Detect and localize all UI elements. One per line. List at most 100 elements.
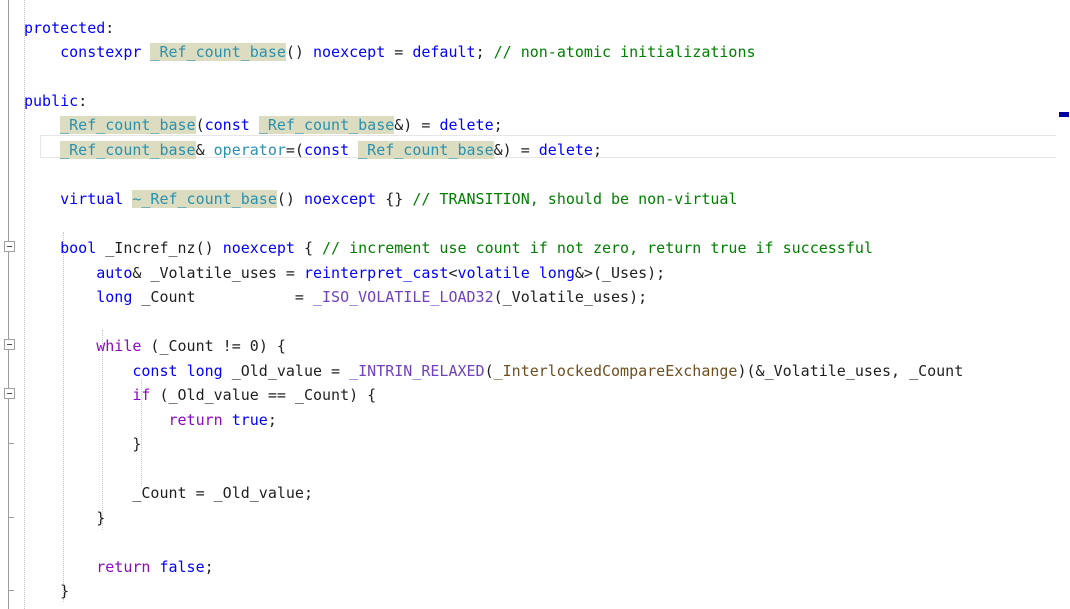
code-token: _INTRIN_RELAXED bbox=[349, 362, 485, 380]
code-line[interactable]: constexpr _Ref_count_base() noexcept = d… bbox=[0, 40, 1070, 65]
code-token: _Old_value bbox=[231, 362, 323, 380]
code-token: 0 bbox=[249, 337, 259, 355]
code-token: _Ref_count_base bbox=[150, 43, 286, 61]
code-line[interactable]: const long _Old_value = _INTRIN_RELAXED(… bbox=[0, 359, 1070, 384]
code-token: // increment use count if not zero, retu… bbox=[322, 239, 873, 257]
code-editor[interactable]: protected: constexpr _Ref_count_base() n… bbox=[0, 0, 1070, 609]
code-token: = bbox=[276, 264, 304, 282]
code-line-text: virtual ~_Ref_count_base() noexcept {} /… bbox=[0, 187, 737, 212]
code-token: delete bbox=[538, 141, 593, 159]
code-line-text: bool _Incref_nz() noexcept { // incremen… bbox=[0, 236, 873, 261]
code-token: noexcept bbox=[313, 43, 386, 61]
code-token: () bbox=[195, 239, 223, 257]
code-line[interactable] bbox=[0, 162, 1070, 187]
code-line[interactable]: while (_Count != 0) { bbox=[0, 334, 1070, 359]
code-token: _Count bbox=[294, 386, 350, 404]
code-token: // non-atomic initializations bbox=[493, 43, 756, 61]
code-token: ; bbox=[267, 411, 277, 429]
code-line[interactable]: protected: bbox=[0, 16, 1070, 41]
code-line[interactable]: if (_Old_value == _Count) { bbox=[0, 383, 1070, 408]
code-token: return bbox=[168, 411, 223, 429]
code-line[interactable]: virtual ~_Ref_count_base() noexcept {} /… bbox=[0, 187, 1070, 212]
code-token: = bbox=[195, 288, 313, 306]
code-token: delete bbox=[439, 116, 494, 134]
code-line[interactable] bbox=[0, 212, 1070, 237]
code-token: ( bbox=[150, 386, 169, 404]
code-token: ) { bbox=[349, 386, 377, 404]
code-line[interactable] bbox=[0, 530, 1070, 555]
code-line[interactable]: _Ref_count_base& operator=(const _Ref_co… bbox=[0, 138, 1070, 163]
code-line[interactable] bbox=[0, 64, 1070, 89]
code-token: reinterpret_cast bbox=[303, 264, 449, 282]
code-surface[interactable]: protected: constexpr _Ref_count_base() n… bbox=[0, 0, 1070, 609]
code-token: () bbox=[285, 43, 313, 61]
scrollbar-change-marker bbox=[1059, 112, 1069, 117]
code-line-text: public: bbox=[0, 89, 87, 114]
code-line[interactable]: auto& _Volatile_uses = reinterpret_cast<… bbox=[0, 261, 1070, 286]
code-token: , bbox=[891, 362, 910, 380]
code-token: noexcept bbox=[303, 190, 377, 208]
code-token: & bbox=[195, 141, 214, 159]
code-line[interactable]: } bbox=[0, 579, 1070, 604]
code-line[interactable]: long _Count = _ISO_VOLATILE_LOAD32(_Vola… bbox=[0, 285, 1070, 310]
vertical-scrollbar[interactable] bbox=[1056, 0, 1070, 609]
code-token: = bbox=[385, 43, 413, 61]
code-line-text: if (_Old_value == _Count) { bbox=[0, 383, 376, 408]
code-token: _Uses bbox=[602, 264, 648, 282]
code-token: )(& bbox=[737, 362, 765, 380]
code-token: operator bbox=[213, 141, 286, 159]
code-line[interactable]: _Count = _Old_value; bbox=[0, 481, 1070, 506]
code-token: & bbox=[132, 264, 151, 282]
code-token: {} bbox=[376, 190, 413, 208]
code-token: } bbox=[24, 582, 70, 600]
code-line-text: _Count = _Old_value; bbox=[0, 481, 313, 506]
code-token: == bbox=[258, 386, 295, 404]
code-token: _Count bbox=[909, 362, 964, 380]
code-token: _Ref bbox=[358, 141, 395, 159]
code-line[interactable]: bool _Incref_nz() noexcept { // incremen… bbox=[0, 236, 1070, 261]
code-line[interactable] bbox=[0, 457, 1070, 482]
code-line[interactable]: } bbox=[0, 432, 1070, 457]
code-line[interactable] bbox=[0, 310, 1070, 335]
code-line[interactable]: return true; bbox=[0, 408, 1070, 433]
code-line-text: while (_Count != 0) { bbox=[0, 334, 286, 359]
code-token: _Volatile_uses bbox=[502, 288, 630, 306]
code-token: () bbox=[276, 190, 304, 208]
code-token: ; bbox=[475, 43, 494, 61]
code-line[interactable]: return false; bbox=[0, 555, 1070, 580]
code-token: virtual bbox=[60, 190, 124, 208]
code-token: _Volatile_uses bbox=[764, 362, 891, 380]
code-token: =( bbox=[285, 141, 304, 159]
code-token: const bbox=[132, 362, 178, 380]
code-line-text: _Ref_count_base& operator=(const _Ref_co… bbox=[0, 138, 602, 163]
code-token: auto bbox=[96, 264, 133, 282]
code-token: _ISO_VOLATILE_LOAD32 bbox=[313, 288, 494, 306]
code-token: &) = bbox=[493, 141, 539, 159]
code-token: ( bbox=[195, 116, 205, 134]
code-token: ) { bbox=[258, 337, 286, 355]
code-token: < bbox=[448, 264, 458, 282]
code-token: _Incref_nz bbox=[105, 239, 196, 257]
code-line-text: } bbox=[0, 432, 141, 457]
code-token: public bbox=[24, 92, 79, 110]
code-token: ( bbox=[141, 337, 160, 355]
code-token: ; bbox=[493, 116, 503, 134]
code-token: _Count bbox=[141, 288, 196, 306]
code-line-text: auto& _Volatile_uses = reinterpret_cast<… bbox=[0, 261, 665, 286]
code-token: long bbox=[538, 264, 575, 282]
code-token: // TRANSITION, should be non-virtual bbox=[412, 190, 738, 208]
code-line[interactable]: public: bbox=[0, 89, 1070, 114]
code-token: _Ref_count_base bbox=[258, 116, 395, 134]
code-line[interactable]: } bbox=[0, 506, 1070, 531]
code-line[interactable]: _Ref_count_base(const _Ref_count_base&) … bbox=[0, 113, 1070, 138]
code-token: &>( bbox=[574, 264, 602, 282]
